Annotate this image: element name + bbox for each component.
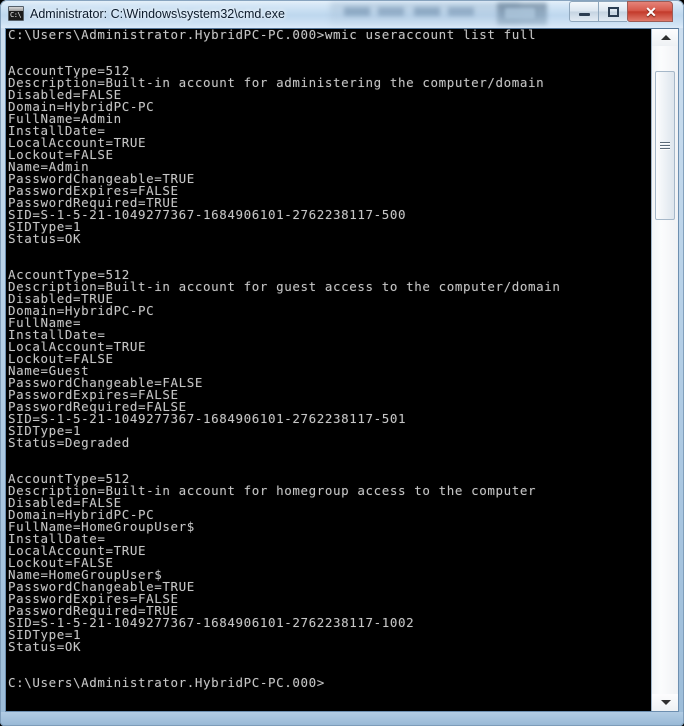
chevron-up-icon xyxy=(661,35,671,40)
title-bar[interactable]: C:\ Administrator: C:\Windows\system32\c… xyxy=(0,0,684,28)
console-output-pane[interactable]: C:\Users\Administrator.HybridPC-PC.000>w… xyxy=(6,29,650,711)
window-controls: ✕ xyxy=(569,1,673,22)
maximize-icon xyxy=(608,7,619,17)
cmd-console-icon-glyph: C:\ xyxy=(10,11,22,19)
scrollbar-grip-icon xyxy=(660,142,670,151)
window-title: Administrator: C:\Windows\system32\cmd.e… xyxy=(30,7,285,21)
console-text: C:\Users\Administrator.HybridPC-PC.000>w… xyxy=(8,29,561,690)
close-button[interactable]: ✕ xyxy=(627,1,673,22)
cmd-window: C:\ Administrator: C:\Windows\system32\c… xyxy=(0,0,684,726)
cmd-console-icon[interactable]: C:\ xyxy=(8,6,24,21)
vertical-scrollbar[interactable] xyxy=(651,29,678,711)
background-window-ghost-text xyxy=(344,7,484,16)
scroll-down-button[interactable] xyxy=(652,694,678,711)
minimize-button[interactable] xyxy=(569,1,598,22)
scroll-up-button[interactable] xyxy=(652,29,678,46)
console-client-area: C:\Users\Administrator.HybridPC-PC.000>w… xyxy=(5,28,679,712)
close-icon: ✕ xyxy=(645,4,657,20)
window-bottom-frame xyxy=(0,712,684,726)
chevron-down-icon xyxy=(661,700,671,705)
background-window-ghost-box-inner xyxy=(505,8,535,19)
minimize-icon xyxy=(579,13,590,16)
scrollbar-thumb[interactable] xyxy=(655,71,675,220)
maximize-button[interactable] xyxy=(598,1,627,22)
